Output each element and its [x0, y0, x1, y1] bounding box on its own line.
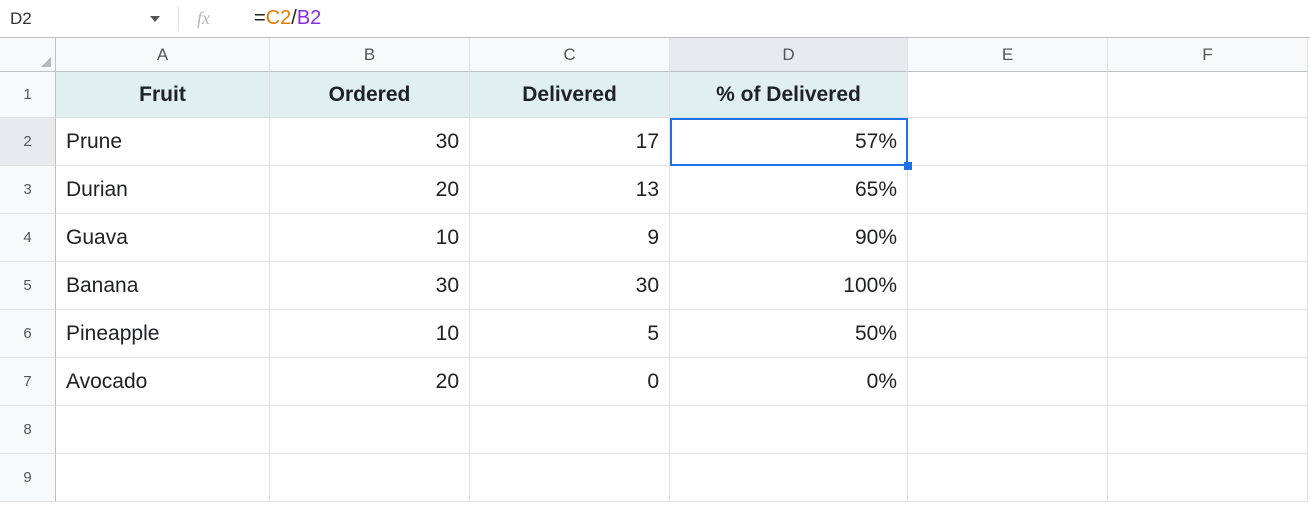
cell-b7[interactable]: 20 [270, 358, 470, 406]
spreadsheet-grid: 1 2 3 4 5 6 7 8 9 A B C D E F Fruit Orde… [0, 38, 1310, 502]
cell-b1[interactable]: Ordered [270, 72, 470, 118]
row-header-2[interactable]: 2 [0, 118, 56, 166]
formula-eq: = [254, 7, 266, 30]
row-header-7[interactable]: 7 [0, 358, 56, 406]
row-header-5[interactable]: 5 [0, 262, 56, 310]
formula-bar: D2 fx =C2/B2 [0, 0, 1310, 38]
select-all-corner[interactable] [0, 38, 56, 72]
row-header-1[interactable]: 1 [0, 72, 56, 118]
cell-a4[interactable]: Guava [56, 214, 270, 262]
cell-c8[interactable] [470, 406, 670, 454]
table-row: Guava 10 9 90% [56, 214, 1310, 262]
cell-f2[interactable] [1108, 118, 1308, 166]
cell-a6[interactable]: Pineapple [56, 310, 270, 358]
col-header-f[interactable]: F [1108, 38, 1308, 72]
cell-c3[interactable]: 13 [470, 166, 670, 214]
chevron-down-icon [150, 16, 160, 22]
row-header-3[interactable]: 3 [0, 166, 56, 214]
cell-b2[interactable]: 30 [270, 118, 470, 166]
fx-icon[interactable]: fx [179, 8, 232, 29]
cell-e4[interactable] [908, 214, 1108, 262]
cell-d5[interactable]: 100% [670, 262, 908, 310]
cell-b5[interactable]: 30 [270, 262, 470, 310]
cell-d4[interactable]: 90% [670, 214, 908, 262]
cell-a8[interactable] [56, 406, 270, 454]
table-row: Prune 30 17 57% [56, 118, 1310, 166]
formula-ref1: C2 [266, 7, 292, 30]
row-header-6[interactable]: 6 [0, 310, 56, 358]
cell-c5[interactable]: 30 [470, 262, 670, 310]
table-row: Banana 30 30 100% [56, 262, 1310, 310]
cell-f1[interactable] [1108, 72, 1308, 118]
cell-c7[interactable]: 0 [470, 358, 670, 406]
cell-e5[interactable] [908, 262, 1108, 310]
cell-e8[interactable] [908, 406, 1108, 454]
row-header-9[interactable]: 9 [0, 454, 56, 502]
cell-c2[interactable]: 17 [470, 118, 670, 166]
cell-e3[interactable] [908, 166, 1108, 214]
cell-f8[interactable] [1108, 406, 1308, 454]
cell-a2[interactable]: Prune [56, 118, 270, 166]
cell-b4[interactable]: 10 [270, 214, 470, 262]
cell-f6[interactable] [1108, 310, 1308, 358]
cell-e2[interactable] [908, 118, 1108, 166]
cell-a5[interactable]: Banana [56, 262, 270, 310]
col-header-e[interactable]: E [908, 38, 1108, 72]
cells: Fruit Ordered Delivered % of Delivered P… [56, 72, 1310, 502]
col-header-d[interactable]: D [670, 38, 908, 72]
cell-e7[interactable] [908, 358, 1108, 406]
col-header-b[interactable]: B [270, 38, 470, 72]
cell-d8[interactable] [670, 406, 908, 454]
cell-a9[interactable] [56, 454, 270, 502]
cell-c4[interactable]: 9 [470, 214, 670, 262]
cell-b3[interactable]: 20 [270, 166, 470, 214]
left-gutter: 1 2 3 4 5 6 7 8 9 [0, 38, 56, 502]
name-box-dropdown[interactable] [90, 16, 178, 22]
cell-e1[interactable] [908, 72, 1108, 118]
table-row: Fruit Ordered Delivered % of Delivered [56, 72, 1310, 118]
cell-b6[interactable]: 10 [270, 310, 470, 358]
cell-d3[interactable]: 65% [670, 166, 908, 214]
table-row: Durian 20 13 65% [56, 166, 1310, 214]
col-header-a[interactable]: A [56, 38, 270, 72]
formula-ref2: B2 [297, 7, 321, 30]
cell-d6[interactable]: 50% [670, 310, 908, 358]
selection-fill-handle[interactable] [904, 162, 912, 170]
cell-e6[interactable] [908, 310, 1108, 358]
cell-d2[interactable]: 57% [670, 118, 908, 166]
row-header-8[interactable]: 8 [0, 406, 56, 454]
cell-e9[interactable] [908, 454, 1108, 502]
col-header-c[interactable]: C [470, 38, 670, 72]
cell-d1[interactable]: % of Delivered [670, 72, 908, 118]
cell-d7[interactable]: 0% [670, 358, 908, 406]
formula-input[interactable]: =C2/B2 [232, 0, 1310, 37]
table-row: Pineapple 10 5 50% [56, 310, 1310, 358]
cell-f3[interactable] [1108, 166, 1308, 214]
column-headers: A B C D E F [56, 38, 1310, 72]
cell-f4[interactable] [1108, 214, 1308, 262]
cell-b8[interactable] [270, 406, 470, 454]
cell-a1[interactable]: Fruit [56, 72, 270, 118]
cell-a3[interactable]: Durian [56, 166, 270, 214]
cell-a7[interactable]: Avocado [56, 358, 270, 406]
grid-body: A B C D E F Fruit Ordered Delivered % of… [56, 38, 1310, 502]
table-row [56, 406, 1310, 454]
cell-f5[interactable] [1108, 262, 1308, 310]
table-row: Avocado 20 0 0% [56, 358, 1310, 406]
row-headers: 1 2 3 4 5 6 7 8 9 [0, 72, 56, 502]
cell-d9[interactable] [670, 454, 908, 502]
table-row [56, 454, 1310, 502]
cell-f9[interactable] [1108, 454, 1308, 502]
row-header-4[interactable]: 4 [0, 214, 56, 262]
cell-b9[interactable] [270, 454, 470, 502]
cell-c6[interactable]: 5 [470, 310, 670, 358]
name-box[interactable]: D2 [0, 9, 90, 29]
cell-c1[interactable]: Delivered [470, 72, 670, 118]
cell-c9[interactable] [470, 454, 670, 502]
cell-f7[interactable] [1108, 358, 1308, 406]
